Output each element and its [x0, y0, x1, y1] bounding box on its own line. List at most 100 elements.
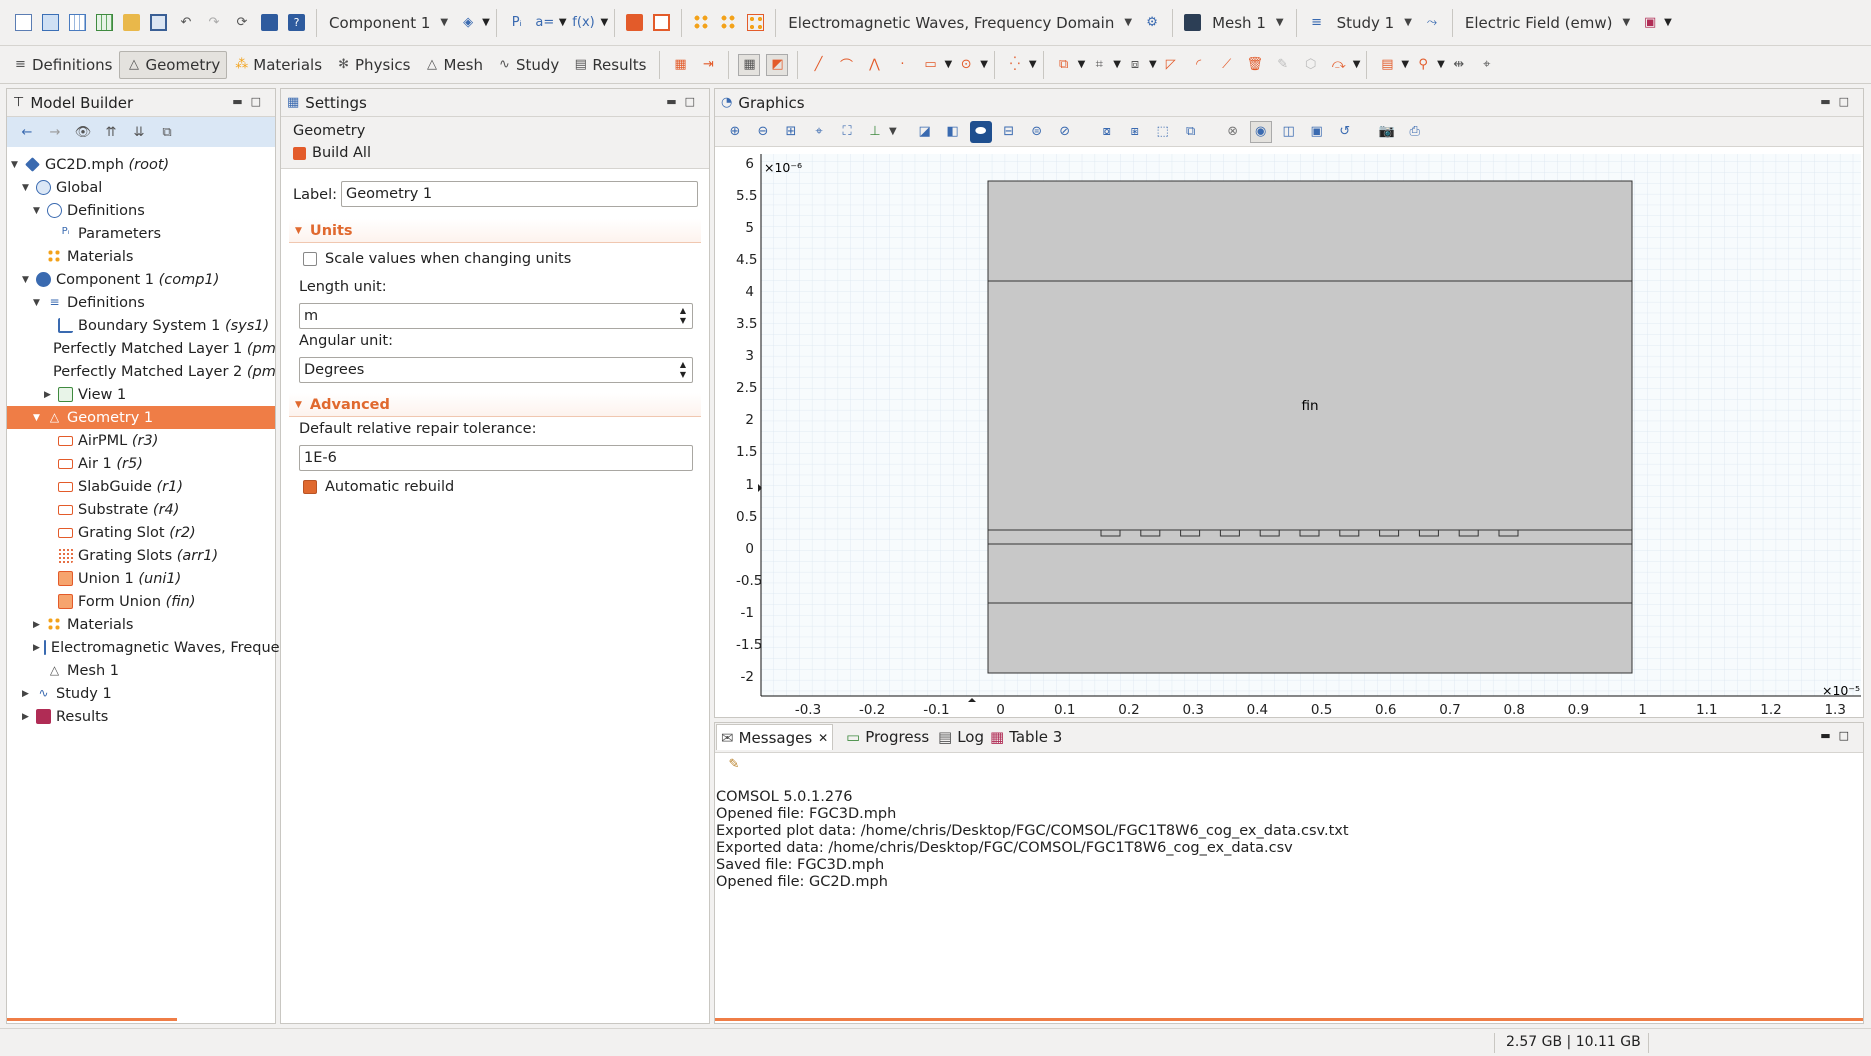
geometry-build-icon[interactable]: [653, 14, 671, 31]
tab-progress[interactable]: ▭ Progress: [842, 724, 933, 750]
tab-mesh[interactable]: △ Mesh: [418, 51, 491, 79]
collapsed-arrow-icon[interactable]: ▶: [44, 390, 54, 400]
grating-slot[interactable]: [1219, 529, 1240, 537]
add-component-icon[interactable]: ◈: [457, 12, 479, 34]
tab-physics[interactable]: ✻ Physics: [329, 51, 417, 79]
chevron-down-icon[interactable]: ▼: [1113, 59, 1121, 70]
tree-item-emw-physics[interactable]: ▶ Electromagnetic Waves, Freque: [7, 636, 280, 659]
selections-icon[interactable]: ▤: [1376, 54, 1398, 76]
units-section-header[interactable]: ▼ Units: [289, 219, 701, 243]
chamfer-icon[interactable]: ◸: [1160, 54, 1182, 76]
select-box-icon[interactable]: ⬚: [1152, 121, 1174, 143]
reset-view-icon[interactable]: ↺: [1334, 121, 1356, 143]
expanded-arrow-icon[interactable]: ▼: [22, 183, 32, 193]
tree-item-parameters[interactable]: Pᵢ Parameters: [7, 222, 275, 245]
build-all-icon[interactable]: ▦: [669, 54, 691, 76]
add-physics-icon[interactable]: ⚙: [1141, 12, 1163, 34]
chevron-down-icon[interactable]: ▼: [1664, 17, 1672, 28]
redo-icon[interactable]: ↷: [203, 12, 225, 34]
grating-slot[interactable]: [1339, 529, 1360, 537]
panel-window-controls[interactable]: ▬□: [1820, 729, 1857, 742]
tree-item-root[interactable]: ▼ GC2D.mph (root): [7, 153, 275, 176]
booleans-icon[interactable]: ⧉: [1053, 54, 1075, 76]
grating-slot[interactable]: [1498, 529, 1519, 537]
delete-icon[interactable]: 🗑: [1244, 54, 1266, 76]
expanded-arrow-icon[interactable]: ▼: [33, 413, 43, 423]
tree-item-union-1[interactable]: Union 1 (uni1): [7, 567, 275, 590]
fillet-icon[interactable]: ◜: [1188, 54, 1210, 76]
open-folder-icon[interactable]: [123, 14, 140, 31]
tree-item-boundary-system[interactable]: Boundary System 1 (sys1): [7, 314, 275, 337]
tab-messages[interactable]: ✉ Messages ✕: [716, 724, 834, 750]
tree-item-results[interactable]: ▶ Results: [7, 705, 275, 728]
study-icon[interactable]: ≡: [1306, 12, 1328, 34]
tab-definitions[interactable]: ≡ Definitions: [6, 51, 119, 79]
grating-slot[interactable]: [1140, 529, 1161, 537]
clear-messages-icon[interactable]: ✎: [723, 753, 745, 775]
grating-slot[interactable]: [1379, 529, 1400, 537]
tab-geometry[interactable]: △ Geometry: [119, 50, 228, 79]
import-geometry-icon[interactable]: ⇥: [697, 54, 719, 76]
tree-item-component-definitions[interactable]: ▼ ≡ Definitions: [7, 291, 275, 314]
functions-icon[interactable]: f(x): [570, 12, 598, 34]
transparency-icon[interactable]: ◫: [1278, 121, 1300, 143]
tree-item-view-1[interactable]: ▶ View 1: [7, 383, 275, 406]
panel-window-controls[interactable]: ▬□: [666, 95, 703, 108]
tree-item-global-definitions[interactable]: ▼ Definitions: [7, 199, 275, 222]
tab-study[interactable]: ∿ Study: [490, 51, 566, 79]
material-browser-icon[interactable]: [720, 14, 738, 31]
circle-icon[interactable]: ⊙: [955, 54, 977, 76]
back-icon[interactable]: ←: [16, 121, 38, 143]
tab-results[interactable]: ▤ Results: [566, 51, 653, 79]
chevron-down-icon[interactable]: ▼: [559, 17, 567, 28]
forward-icon[interactable]: →: [44, 121, 66, 143]
programming-icon[interactable]: ⚲: [1412, 54, 1434, 76]
grating-slot[interactable]: [1458, 529, 1479, 537]
rectangle-icon[interactable]: ▭: [919, 54, 941, 76]
wireframe-icon[interactable]: ◉: [1249, 120, 1272, 143]
panel-window-controls[interactable]: ▬□: [1820, 95, 1857, 108]
deselect-all-icon[interactable]: ⧆: [1124, 121, 1146, 143]
collapsed-arrow-icon[interactable]: ▶: [33, 643, 40, 653]
zoom-out-icon[interactable]: ⊖: [752, 121, 774, 143]
chevron-down-icon[interactable]: ▼: [1029, 59, 1037, 70]
select-domains-icon[interactable]: ◧: [942, 121, 964, 143]
grating-slot[interactable]: [1100, 529, 1121, 537]
zoom-in-icon[interactable]: ⊕: [724, 121, 746, 143]
camera-icon[interactable]: 📷: [1376, 121, 1398, 143]
import-icon[interactable]: [626, 14, 644, 31]
chevron-down-icon[interactable]: ▼: [601, 17, 609, 28]
new-file-icon[interactable]: [15, 14, 32, 31]
select-boundaries-icon[interactable]: ⬬: [969, 120, 992, 143]
scale-values-checkbox[interactable]: Scale values when changing units: [303, 251, 571, 267]
label-input[interactable]: Geometry 1: [341, 181, 698, 207]
expand-all-icon[interactable]: ⇊: [128, 121, 150, 143]
tab-log[interactable]: ▤ Log: [934, 724, 988, 750]
zoom-box-icon[interactable]: ⊞: [780, 121, 802, 143]
compute-icon[interactable]: ⤳: [1421, 12, 1443, 34]
graphics-canvas[interactable]: fin ×10⁻⁶ ×10⁻⁵: [715, 147, 1863, 705]
panel-window-controls[interactable]: ▬□: [232, 95, 269, 108]
angular-unit-select[interactable]: Degrees ▲ ▼: [299, 357, 693, 383]
select-points-icon[interactable]: ⊜: [1026, 121, 1048, 143]
expanded-arrow-icon[interactable]: ▼: [33, 206, 43, 216]
grating-slot[interactable]: [1418, 529, 1439, 537]
tab-table-3[interactable]: ▦ Table 3: [986, 724, 1066, 750]
study-selector[interactable]: Study 1 ▼: [1331, 9, 1418, 37]
chevron-down-icon[interactable]: ▼: [482, 17, 490, 28]
tree-item-air-1[interactable]: Air 1 (r5): [7, 452, 275, 475]
tree-item-materials[interactable]: ▶ Materials: [7, 613, 275, 636]
partition-icon[interactable]: ⧈: [1124, 54, 1146, 76]
select-edges-icon[interactable]: ⊟: [998, 121, 1020, 143]
chevron-down-icon[interactable]: ▼: [1078, 59, 1086, 70]
conversions-icon[interactable]: ⌗: [1088, 54, 1110, 76]
tree-item-grating-slots[interactable]: Grating Slots (arr1): [7, 544, 275, 567]
build-all-button[interactable]: Build All: [293, 145, 371, 161]
tolerance-input[interactable]: 1E-6: [299, 445, 693, 471]
tree-item-grating-slot[interactable]: Grating Slot (r2): [7, 521, 275, 544]
physics-selector[interactable]: Electromagnetic Waves, Frequency Domain ▼: [782, 9, 1138, 37]
tree-item-study-1[interactable]: ▶ ∿ Study 1: [7, 682, 275, 705]
chevron-down-icon[interactable]: ▼: [980, 59, 988, 70]
tree-item-form-union[interactable]: Form Union (fin): [7, 590, 275, 613]
length-unit-select[interactable]: m ▲ ▼: [299, 303, 693, 329]
